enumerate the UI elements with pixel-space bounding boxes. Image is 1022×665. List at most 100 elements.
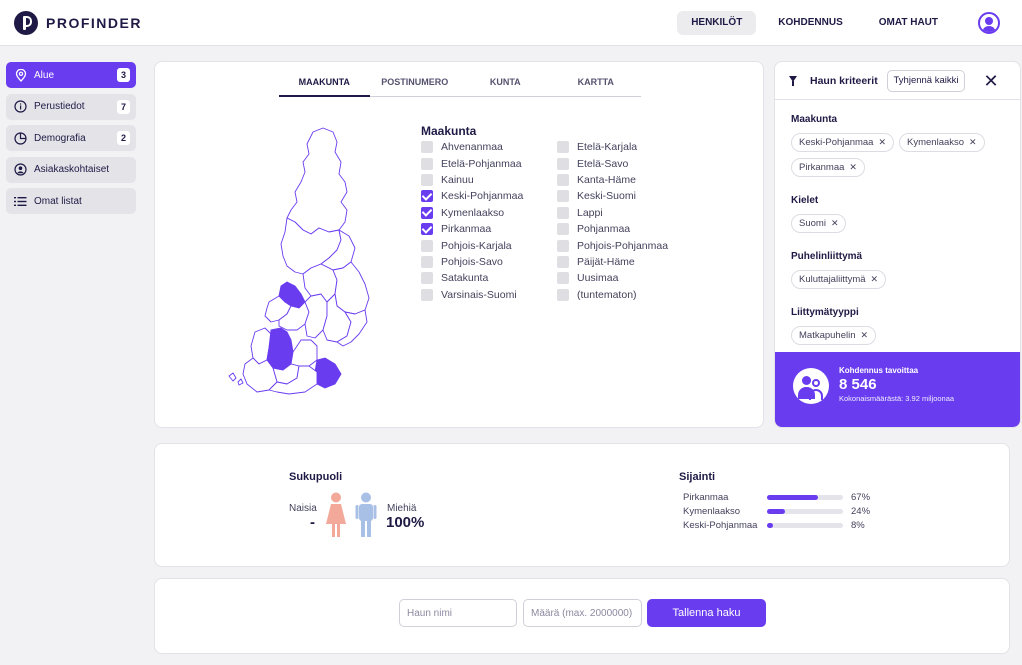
location-name: Keski-Pohjanmaa — [683, 519, 758, 531]
chip-label: Kymenlaakso — [907, 137, 965, 148]
search-name-input[interactable] — [399, 599, 517, 627]
maakunta-checkbox-column-1: Ahvenanmaa Etelä-Pohjanmaa Kainuu Keski-… — [421, 139, 523, 303]
close-icon[interactable]: ✕ — [981, 71, 1001, 91]
checkbox[interactable] — [557, 157, 569, 170]
checkbox[interactable] — [557, 288, 569, 301]
checkbox[interactable] — [421, 141, 433, 154]
amount-input[interactable] — [523, 599, 642, 627]
region-paijat-hame[interactable] — [290, 339, 318, 367]
finland-region-map[interactable] — [225, 126, 385, 398]
checkbox-row[interactable]: Pohjois-Karjala — [421, 237, 523, 253]
tab-maakunta[interactable]: MAAKUNTA — [279, 67, 370, 97]
location-title: Sijainti — [679, 471, 716, 483]
checkbox-row[interactable]: Kymenlaakso — [421, 205, 523, 221]
criteria-chip[interactable]: Kuluttajaliittymä ✕ — [791, 270, 887, 289]
checkbox-row[interactable]: Kanta-Häme — [557, 172, 668, 188]
criteria-section-title: Kielet — [791, 195, 819, 206]
save-search-card: Tallenna haku — [154, 578, 1010, 654]
sidebar-item-demografia[interactable]: Demografia 2 — [6, 125, 136, 151]
checkbox-checked[interactable] — [421, 206, 433, 219]
chip-group: Matkapuhelin ✕ — [791, 326, 991, 345]
checkbox-row[interactable]: Etelä-Karjala — [557, 139, 668, 155]
criteria-chip[interactable]: Suomi ✕ — [791, 214, 847, 233]
checkbox-row[interactable]: Etelä-Savo — [557, 155, 668, 171]
criteria-chip[interactable]: Kymenlaakso ✕ — [899, 133, 985, 152]
sidebar-item-perustiedot[interactable]: Perustiedot 7 — [6, 93, 136, 120]
checkbox[interactable] — [557, 272, 569, 285]
sidebar: Alue 3 Perustiedot 7 Demografia 2 Asiaka… — [6, 62, 136, 220]
criteria-list[interactable]: Maakunta Keski-Pohjanmaa ✕ Kymenlaakso ✕ P… — [775, 100, 1020, 351]
checkbox-label: Lappi — [577, 206, 603, 219]
checkbox[interactable] — [557, 239, 569, 252]
tab-postinumero[interactable]: POSTINUMERO — [370, 67, 461, 96]
checkbox-row[interactable]: Varsinais-Suomi — [421, 287, 523, 303]
area-tabs: MAAKUNTA POSTINUMERO KUNTA KARTTA — [279, 67, 641, 97]
nav-henkilot[interactable]: HENKILÖT — [677, 11, 757, 35]
checkbox[interactable] — [421, 255, 433, 268]
region-pirkanmaa[interactable] — [266, 327, 294, 371]
region-kymenlaakso[interactable] — [314, 357, 342, 389]
checkbox-label: Pohjois-Pohjanmaa — [577, 239, 669, 252]
location-pin-icon — [14, 68, 27, 82]
region-pohjois-karjala[interactable] — [332, 261, 370, 315]
checkbox[interactable] — [421, 173, 433, 186]
checkbox-row[interactable]: Pohjois-Savo — [421, 254, 523, 270]
checkbox-checked[interactable] — [421, 190, 433, 203]
area-selection-card: MAAKUNTA POSTINUMERO KUNTA KARTTA Maakun… — [154, 61, 764, 428]
checkbox[interactable] — [421, 272, 433, 285]
checkbox[interactable] — [557, 190, 569, 203]
checkbox-label: Keski-Pohjanmaa — [441, 190, 524, 203]
checkbox-row[interactable]: Pohjois-Pohjanmaa — [557, 237, 668, 253]
checkbox-label: Pohjois-Savo — [441, 255, 503, 268]
criteria-title: Haun kriteerit — [810, 75, 878, 87]
save-search-button[interactable]: Tallenna haku — [647, 599, 766, 627]
checkbox-row[interactable]: Pirkanmaa — [421, 221, 523, 237]
logo[interactable]: PROFINDER — [14, 11, 142, 35]
chip-label: Suomi — [799, 218, 826, 229]
checkbox-row[interactable]: Kainuu — [421, 172, 523, 188]
checkbox-row[interactable]: Satakunta — [421, 270, 523, 286]
clear-all-button[interactable]: Tyhjennä kaikki — [887, 70, 965, 92]
remove-chip-icon[interactable]: ✕ — [861, 330, 869, 341]
region-lappi[interactable] — [286, 127, 348, 235]
checkbox[interactable] — [557, 173, 569, 186]
checkbox-row[interactable]: Keski-Suomi — [557, 188, 668, 204]
criteria-chip[interactable]: Keski-Pohjanmaa ✕ — [791, 133, 895, 152]
location-bar — [767, 522, 843, 528]
checkbox[interactable] — [557, 141, 569, 154]
checkbox-row[interactable]: Pohjanmaa — [557, 221, 668, 237]
checkbox-row[interactable]: Uusimaa — [557, 270, 668, 286]
remove-chip-icon[interactable]: ✕ — [871, 274, 879, 285]
sidebar-item-asiakaskohtaiset[interactable]: Asiakaskohtaiset — [6, 156, 136, 183]
nav-kohdennus[interactable]: KOHDENNUS — [764, 11, 856, 35]
checkbox[interactable] — [557, 223, 569, 236]
user-avatar-icon[interactable] — [978, 12, 1000, 34]
region-ahvenanmaa[interactable] — [228, 372, 244, 386]
checkbox-row[interactable]: Päijät-Häme — [557, 254, 668, 270]
chip-group: Keski-Pohjanmaa ✕ Kymenlaakso ✕ Pirkanmaa ✕ — [791, 133, 991, 177]
remove-chip-icon[interactable]: ✕ — [878, 137, 886, 148]
checkbox[interactable] — [421, 157, 433, 170]
checkbox[interactable] — [421, 239, 433, 252]
main-nav: HENKILÖT KOHDENNUS OMAT HAUT — [677, 11, 952, 35]
checkbox[interactable] — [557, 255, 569, 268]
tab-kunta[interactable]: KUNTA — [460, 67, 551, 96]
checkbox-checked[interactable] — [421, 223, 433, 236]
sidebar-item-omat-listat[interactable]: Omat listat — [6, 188, 136, 214]
checkbox[interactable] — [557, 206, 569, 219]
checkbox-row[interactable]: Etelä-Pohjanmaa — [421, 155, 523, 171]
checkbox[interactable] — [421, 288, 433, 301]
sidebar-item-alue[interactable]: Alue 3 — [6, 62, 136, 88]
criteria-chip[interactable]: Pirkanmaa ✕ — [791, 158, 865, 177]
checkbox-row[interactable]: Lappi — [557, 205, 668, 221]
checkbox-row[interactable]: Keski-Pohjanmaa — [421, 188, 523, 204]
tab-kartta[interactable]: KARTTA — [551, 67, 642, 96]
remove-chip-icon[interactable]: ✕ — [849, 162, 857, 173]
checkbox-row[interactable]: (tuntematon) — [557, 287, 668, 303]
checkbox-row[interactable]: Ahvenanmaa — [421, 139, 523, 155]
remove-chip-icon[interactable]: ✕ — [831, 218, 839, 229]
nav-omat-haut[interactable]: OMAT HAUT — [865, 11, 952, 35]
filter-icon — [789, 76, 797, 86]
criteria-chip[interactable]: Matkapuhelin ✕ — [791, 326, 877, 345]
remove-chip-icon[interactable]: ✕ — [969, 137, 977, 148]
